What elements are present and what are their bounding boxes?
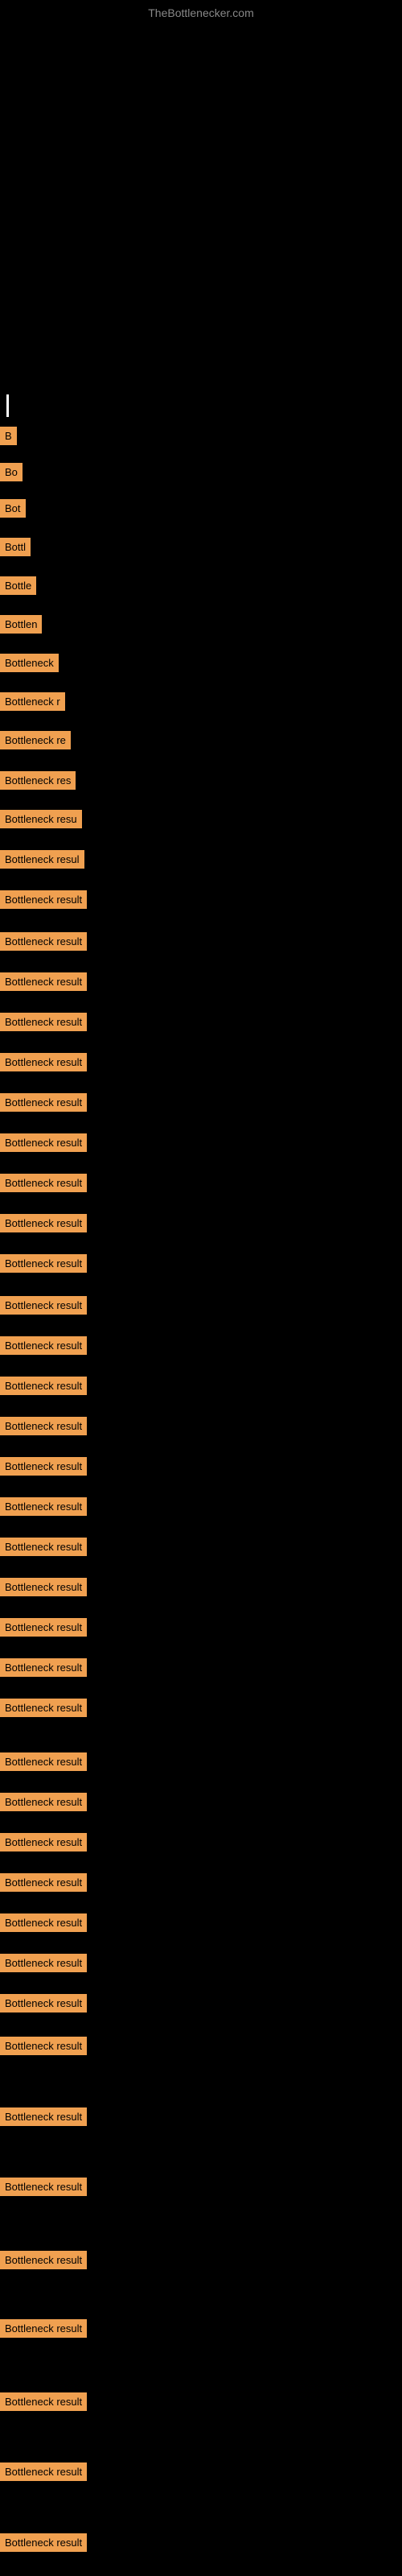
bottleneck-item-r9: Bottleneck result (0, 2533, 87, 2552)
bottleneck-label-9: Bottleneck re (0, 731, 71, 749)
bottleneck-item-n4: Bottleneck result (0, 1913, 87, 1932)
bottleneck-label-r5: Bottleneck result (0, 2251, 87, 2269)
bottleneck-label-2: Bo (0, 463, 23, 481)
bottleneck-label-14: Bottleneck result (0, 932, 87, 951)
bottleneck-item-9: Bottleneck re (0, 731, 71, 749)
bottleneck-item-m3: Bottleneck result (0, 1053, 87, 1071)
bottleneck-item-2: Bo (0, 463, 23, 481)
bottleneck-item-n1: Bottleneck result (0, 1793, 87, 1811)
bottleneck-label-n6: Bottleneck result (0, 1994, 87, 2013)
bottleneck-label-r4: Bottleneck result (0, 2178, 87, 2196)
bottleneck-label-r8: Bottleneck result (0, 2462, 87, 2481)
bottleneck-item-m8: Bottleneck result (0, 1254, 87, 1273)
bottleneck-label-m1: Bottleneck result (0, 972, 87, 991)
bottleneck-label-n5: Bottleneck result (0, 1954, 87, 1972)
bottleneck-label-r2: Bottleneck result (0, 2037, 87, 2055)
bottleneck-label-n1: Bottleneck result (0, 1793, 87, 1811)
bottleneck-label-n2: Bottleneck result (0, 1833, 87, 1852)
bottleneck-label-m3: Bottleneck result (0, 1053, 87, 1071)
bottleneck-label-12: Bottleneck resul (0, 850, 84, 869)
bottleneck-label-6: Bottlen (0, 615, 42, 634)
bottleneck-label-4: Bottl (0, 538, 31, 556)
bottleneck-label-m19: Bottleneck result (0, 1699, 87, 1717)
bottleneck-label-1: B (0, 427, 17, 445)
bottleneck-item-n6: Bottleneck result (0, 1994, 87, 2013)
bottleneck-item-r5: Bottleneck result (0, 2251, 87, 2269)
bottleneck-label-r9: Bottleneck result (0, 2533, 87, 2552)
cursor-indicator (6, 394, 9, 417)
bottleneck-label-m4: Bottleneck result (0, 1093, 87, 1112)
bottleneck-item-m11: Bottleneck result (0, 1377, 87, 1395)
bottleneck-item-m2: Bottleneck result (0, 1013, 87, 1031)
bottleneck-item-m12: Bottleneck result (0, 1417, 87, 1435)
bottleneck-label-n4: Bottleneck result (0, 1913, 87, 1932)
bottleneck-label-m5: Bottleneck result (0, 1133, 87, 1152)
bottleneck-item-m7: Bottleneck result (0, 1214, 87, 1232)
bottleneck-item-m6: Bottleneck result (0, 1174, 87, 1192)
bottleneck-item-m18: Bottleneck result (0, 1658, 87, 1677)
bottleneck-item-m14: Bottleneck result (0, 1497, 87, 1516)
bottleneck-item-10: Bottleneck res (0, 771, 76, 790)
bottleneck-label-n3: Bottleneck result (0, 1873, 87, 1892)
bottleneck-label-m14: Bottleneck result (0, 1497, 87, 1516)
bottleneck-label-m16: Bottleneck result (0, 1578, 87, 1596)
site-title: TheBottlenecker.com (148, 6, 254, 19)
bottleneck-label-r3: Bottleneck result (0, 2107, 87, 2126)
bottleneck-item-m17: Bottleneck result (0, 1618, 87, 1637)
bottleneck-item-6: Bottlen (0, 615, 42, 634)
bottleneck-label-m13: Bottleneck result (0, 1457, 87, 1476)
bottleneck-item-r1: Bottleneck result (0, 1752, 87, 1771)
bottleneck-label-3: Bot (0, 499, 26, 518)
bottleneck-item-m13: Bottleneck result (0, 1457, 87, 1476)
bottleneck-label-m6: Bottleneck result (0, 1174, 87, 1192)
bottleneck-label-10: Bottleneck res (0, 771, 76, 790)
bottleneck-item-m10: Bottleneck result (0, 1336, 87, 1355)
bottleneck-item-m15: Bottleneck result (0, 1538, 87, 1556)
bottleneck-label-m10: Bottleneck result (0, 1336, 87, 1355)
bottleneck-item-8: Bottleneck r (0, 692, 65, 711)
bottleneck-item-11: Bottleneck resu (0, 810, 82, 828)
bottleneck-label-7: Bottleneck (0, 654, 59, 672)
bottleneck-label-m15: Bottleneck result (0, 1538, 87, 1556)
bottleneck-label-m7: Bottleneck result (0, 1214, 87, 1232)
bottleneck-item-1: B (0, 427, 17, 445)
bottleneck-item-13: Bottleneck result (0, 890, 87, 909)
bottleneck-item-m9: Bottleneck result (0, 1296, 87, 1315)
bottleneck-item-n2: Bottleneck result (0, 1833, 87, 1852)
bottleneck-item-r3: Bottleneck result (0, 2107, 87, 2126)
bottleneck-item-4: Bottl (0, 538, 31, 556)
bottleneck-label-m9: Bottleneck result (0, 1296, 87, 1315)
bottleneck-item-m4: Bottleneck result (0, 1093, 87, 1112)
bottleneck-item-12: Bottleneck resul (0, 850, 84, 869)
bottleneck-label-r7: Bottleneck result (0, 2392, 87, 2411)
bottleneck-item-m16: Bottleneck result (0, 1578, 87, 1596)
bottleneck-label-m11: Bottleneck result (0, 1377, 87, 1395)
bottleneck-item-m19: Bottleneck result (0, 1699, 87, 1717)
bottleneck-label-m17: Bottleneck result (0, 1618, 87, 1637)
bottleneck-item-r8: Bottleneck result (0, 2462, 87, 2481)
bottleneck-label-11: Bottleneck resu (0, 810, 82, 828)
bottleneck-label-m12: Bottleneck result (0, 1417, 87, 1435)
bottleneck-label-m2: Bottleneck result (0, 1013, 87, 1031)
bottleneck-item-5: Bottle (0, 576, 36, 595)
bottleneck-item-r7: Bottleneck result (0, 2392, 87, 2411)
bottleneck-label-8: Bottleneck r (0, 692, 65, 711)
bottleneck-label-r6: Bottleneck result (0, 2319, 87, 2338)
bottleneck-label-13: Bottleneck result (0, 890, 87, 909)
bottleneck-item-3: Bot (0, 499, 26, 518)
bottleneck-item-m1: Bottleneck result (0, 972, 87, 991)
bottleneck-label-5: Bottle (0, 576, 36, 595)
bottleneck-item-r6: Bottleneck result (0, 2319, 87, 2338)
bottleneck-item-n5: Bottleneck result (0, 1954, 87, 1972)
bottleneck-label-r1: Bottleneck result (0, 1752, 87, 1771)
bottleneck-item-r2: Bottleneck result (0, 2037, 87, 2055)
bottleneck-item-7: Bottleneck (0, 654, 59, 672)
bottleneck-item-n3: Bottleneck result (0, 1873, 87, 1892)
bottleneck-label-m18: Bottleneck result (0, 1658, 87, 1677)
bottleneck-item-r4: Bottleneck result (0, 2178, 87, 2196)
bottleneck-item-14: Bottleneck result (0, 932, 87, 951)
bottleneck-label-m8: Bottleneck result (0, 1254, 87, 1273)
bottleneck-item-m5: Bottleneck result (0, 1133, 87, 1152)
